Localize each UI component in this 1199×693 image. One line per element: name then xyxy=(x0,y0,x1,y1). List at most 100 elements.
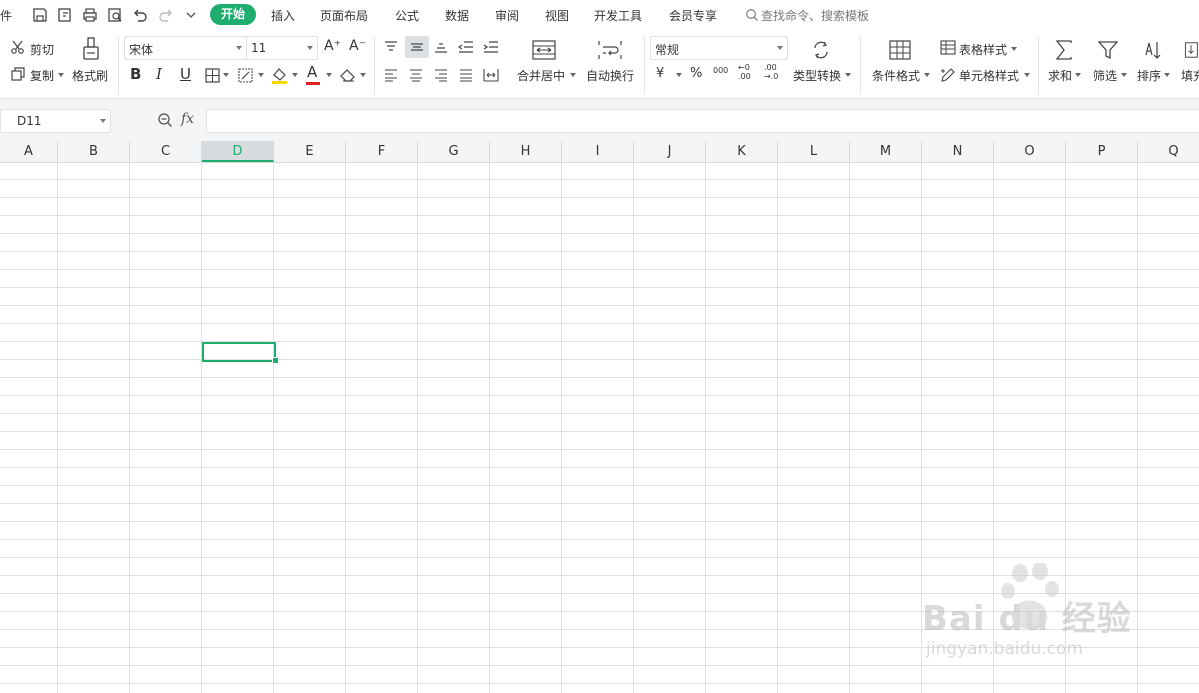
column-header-c[interactable]: C xyxy=(130,141,202,162)
cell-style-dropdown-icon[interactable] xyxy=(1024,73,1030,77)
fill-pattern-icon[interactable] xyxy=(236,66,254,84)
align-right-icon[interactable] xyxy=(432,66,450,84)
print-icon[interactable] xyxy=(80,5,100,25)
column-header-f[interactable]: F xyxy=(346,141,418,162)
sort-dropdown-icon[interactable] xyxy=(1164,73,1170,77)
column-header-l[interactable]: L xyxy=(778,141,850,162)
grow-font-button[interactable]: A⁺ xyxy=(324,38,341,54)
fill-color-dropdown-icon[interactable] xyxy=(292,73,298,77)
scissors-icon[interactable] xyxy=(9,38,27,56)
merge-dropdown-icon[interactable] xyxy=(570,73,576,77)
align-left-icon[interactable] xyxy=(382,66,400,84)
column-header-q[interactable]: Q xyxy=(1138,141,1199,162)
save-icon[interactable] xyxy=(30,5,50,25)
tab-view[interactable]: 视图 xyxy=(545,7,569,24)
column-header-k[interactable]: K xyxy=(706,141,778,162)
column-header-h[interactable]: H xyxy=(490,141,562,162)
justify-icon[interactable] xyxy=(457,66,475,84)
fill-color-icon[interactable] xyxy=(270,65,288,85)
underline-button[interactable]: U xyxy=(180,65,191,83)
align-middle-button[interactable] xyxy=(405,36,429,58)
fill-down-icon[interactable] xyxy=(1183,38,1199,62)
number-format-select[interactable]: 常规 xyxy=(650,36,788,60)
filter-button[interactable]: 筛选 xyxy=(1093,67,1117,84)
tab-member[interactable]: 会员专享 xyxy=(669,7,717,24)
filter-icon[interactable] xyxy=(1096,38,1120,62)
sum-dropdown-icon[interactable] xyxy=(1075,73,1081,77)
align-top-icon[interactable] xyxy=(382,38,400,56)
tab-page-layout[interactable]: 页面布局 xyxy=(320,7,368,24)
decrease-indent-icon[interactable] xyxy=(457,38,475,56)
name-box[interactable]: D11 xyxy=(0,109,111,133)
conditional-format-dropdown-icon[interactable] xyxy=(924,73,930,77)
align-center-icon[interactable] xyxy=(407,66,425,84)
column-header-a[interactable]: A xyxy=(0,141,58,162)
table-style-icon[interactable] xyxy=(939,38,957,56)
redo-icon[interactable] xyxy=(156,5,176,25)
merge-center-button[interactable]: 合并居中 xyxy=(517,67,565,84)
conditional-format-icon[interactable] xyxy=(887,38,913,62)
distributed-align-icon[interactable] xyxy=(482,66,500,84)
cut-button[interactable]: 剪切 xyxy=(30,41,54,58)
formula-input[interactable] xyxy=(206,109,1199,133)
table-style-dropdown-icon[interactable] xyxy=(1011,47,1017,51)
column-header-p[interactable]: P xyxy=(1066,141,1138,162)
column-header-b[interactable]: B xyxy=(58,141,130,162)
align-bottom-icon[interactable] xyxy=(432,38,450,56)
format-painter-icon[interactable] xyxy=(80,36,102,62)
clear-dropdown-icon[interactable] xyxy=(360,73,366,77)
type-convert-button[interactable]: 类型转换 xyxy=(793,67,841,84)
thousands-button[interactable]: 000 xyxy=(713,66,728,75)
column-header-j[interactable]: J xyxy=(634,141,706,162)
font-color-button[interactable]: A xyxy=(307,63,317,81)
zoom-icon[interactable] xyxy=(156,111,174,129)
sort-button[interactable]: 排序 xyxy=(1137,67,1161,84)
command-search[interactable]: 查找命令、搜索模板 xyxy=(761,7,869,24)
shrink-font-button[interactable]: A⁻ xyxy=(349,38,366,54)
cell-style-icon[interactable] xyxy=(939,66,957,84)
italic-button[interactable]: I xyxy=(156,65,162,83)
increase-indent-icon[interactable] xyxy=(482,38,500,56)
undo-icon[interactable] xyxy=(130,5,150,25)
sort-icon[interactable] xyxy=(1141,38,1165,62)
font-name-select[interactable]: 宋体 xyxy=(124,36,247,60)
copy-dropdown-icon[interactable] xyxy=(58,73,64,77)
table-style-button[interactable]: 表格样式 xyxy=(959,41,1007,58)
filter-dropdown-icon[interactable] xyxy=(1121,73,1127,77)
wrap-text-button[interactable]: 自动换行 xyxy=(586,67,634,84)
type-convert-dropdown-icon[interactable] xyxy=(845,73,851,77)
eraser-icon[interactable] xyxy=(339,66,357,84)
percent-button[interactable]: % xyxy=(690,66,702,81)
customize-toolbar-icon[interactable] xyxy=(181,5,201,25)
format-painter-button[interactable]: 格式刷 xyxy=(72,67,108,84)
tab-insert[interactable]: 插入 xyxy=(271,7,295,24)
file-menu[interactable]: 件 xyxy=(0,7,12,24)
merge-cells-icon[interactable] xyxy=(531,38,557,62)
column-header-o[interactable]: O xyxy=(994,141,1066,162)
currency-dropdown-icon[interactable] xyxy=(676,73,682,77)
export-pdf-icon[interactable] xyxy=(55,5,75,25)
tab-formula[interactable]: 公式 xyxy=(395,7,419,24)
print-preview-icon[interactable] xyxy=(105,5,125,25)
tab-developer[interactable]: 开发工具 xyxy=(594,7,642,24)
decrease-decimal-button[interactable]: .00 →.0 xyxy=(764,63,784,81)
column-header-g[interactable]: G xyxy=(418,141,490,162)
column-header-e[interactable]: E xyxy=(274,141,346,162)
column-header-i[interactable]: I xyxy=(562,141,634,162)
font-size-select[interactable]: 11 xyxy=(246,36,318,60)
fill-button[interactable]: 填充 xyxy=(1181,67,1199,84)
sum-button[interactable]: 求和 xyxy=(1048,67,1072,84)
copy-icon[interactable] xyxy=(9,65,27,83)
increase-decimal-button[interactable]: ←0 .00 xyxy=(738,63,758,81)
active-cell[interactable] xyxy=(202,342,276,362)
wrap-text-icon[interactable] xyxy=(597,38,623,62)
currency-button[interactable]: ¥ xyxy=(656,66,664,81)
conditional-format-button[interactable]: 条件格式 xyxy=(872,67,920,84)
sum-icon[interactable] xyxy=(1052,38,1076,62)
column-header-n[interactable]: N xyxy=(922,141,994,162)
type-convert-icon[interactable] xyxy=(809,38,833,62)
border-icon[interactable] xyxy=(203,66,221,84)
cell-style-button[interactable]: 单元格样式 xyxy=(959,67,1019,84)
font-color-dropdown-icon[interactable] xyxy=(326,73,332,77)
tab-data[interactable]: 数据 xyxy=(445,7,469,24)
